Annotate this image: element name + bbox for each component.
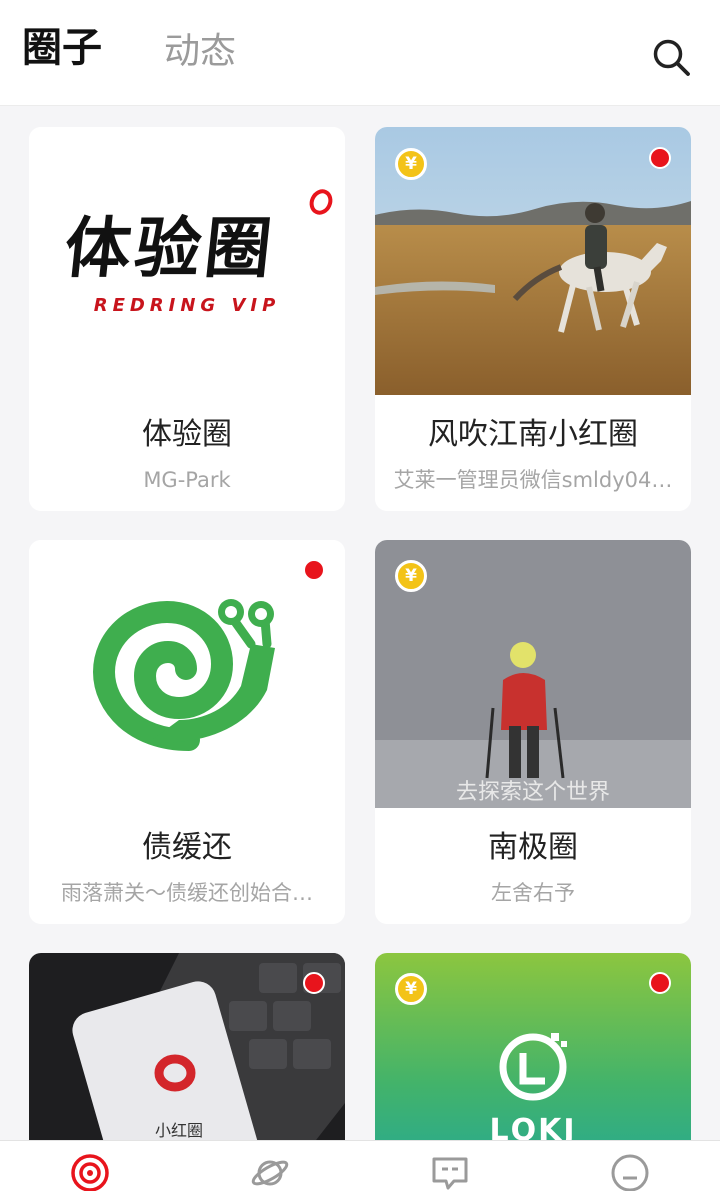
tab-circles[interactable]: 圈子 xyxy=(22,22,102,74)
unread-dot xyxy=(649,147,671,169)
circle-card-phone[interactable]: 小红圈 xyxy=(29,953,345,1142)
circle-title: 南极圈 xyxy=(488,830,578,865)
circle-subtitle: 左舍右予 xyxy=(491,881,575,905)
unread-dot xyxy=(303,972,325,994)
image-caption: 小红圈 xyxy=(154,1121,203,1140)
circle-subtitle: MG-Park xyxy=(143,468,231,492)
circle-cover-phone: 小红圈 xyxy=(29,953,345,1142)
circle-card-antarctic[interactable]: 去探索这个世界 ¥ 南极圈 左舍右予 xyxy=(375,540,691,924)
image-caption: 去探索这个世界 xyxy=(455,780,610,805)
tab-feed[interactable]: 动态 xyxy=(164,26,236,78)
planet-icon[interactable] xyxy=(250,1151,290,1191)
top-bar: 圈子 动态 xyxy=(0,0,720,106)
circle-cover: 体验圈 REDRING VIP xyxy=(29,127,345,395)
lqkj-logo-icon xyxy=(499,1033,567,1101)
circle-title: 风吹江南小红圈 xyxy=(428,417,638,452)
logo-text: 体验圈 xyxy=(60,209,280,287)
circle-subtitle: 雨落萧关～债缓还创始合… xyxy=(61,881,313,905)
logo-ring-icon xyxy=(309,189,333,215)
snail-icon xyxy=(92,599,275,751)
paid-badge-icon: ¥ xyxy=(395,973,427,1005)
unread-dot xyxy=(649,972,671,994)
paid-badge-icon: ¥ xyxy=(395,560,427,592)
circle-title: 体验圈 xyxy=(142,417,232,452)
bottom-nav xyxy=(0,1140,720,1196)
paid-badge-icon: ¥ xyxy=(395,148,427,180)
circle-subtitle: 艾莱一管理员微信smldy04… xyxy=(393,468,673,492)
cover-image xyxy=(29,953,345,1142)
unread-dot xyxy=(303,559,325,581)
logo-text: LQKJ xyxy=(489,1113,577,1142)
circle-card-experience[interactable]: 体验圈 REDRING VIP 体验圈 MG-Park xyxy=(29,127,345,511)
logo-subtext: REDRING VIP xyxy=(93,295,281,316)
message-icon[interactable] xyxy=(430,1151,470,1191)
profile-icon[interactable] xyxy=(610,1151,650,1191)
circle-card-zhaihuanhuan[interactable]: 债缓还 雨落萧关～债缓还创始合… xyxy=(29,540,345,924)
circle-cover-snail-logo xyxy=(29,540,345,808)
search-icon[interactable] xyxy=(650,36,692,78)
circle-title: 债缓还 xyxy=(142,830,232,865)
circle-grid: 体验圈 REDRING VIP 体验圈 MG-Park ¥ 风吹江南小红圈 艾莱… xyxy=(0,106,720,1142)
circle-card-fengchui[interactable]: ¥ 风吹江南小红圈 艾莱一管理员微信smldy04… xyxy=(375,127,691,511)
target-icon[interactable] xyxy=(70,1151,110,1191)
circle-card-lqkj[interactable]: LQKJ ¥ xyxy=(375,953,691,1142)
